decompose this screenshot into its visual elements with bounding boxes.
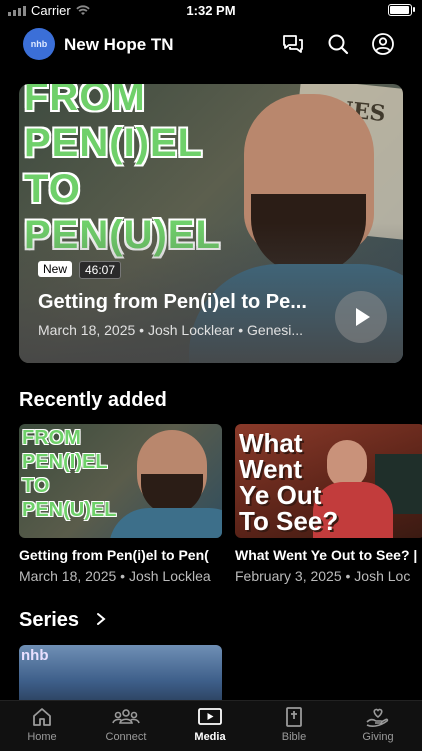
- thumb-line: To See?: [239, 506, 339, 536]
- tab-bar: Home Connect Media Bible Giving: [0, 700, 422, 751]
- thumb-line: Ye Out: [239, 480, 322, 510]
- account-icon[interactable]: [371, 32, 395, 56]
- home-icon: [33, 708, 51, 726]
- thumb-line: FROM: [22, 427, 81, 449]
- series-label: Series: [19, 609, 80, 631]
- media-thumbnail[interactable]: FROM PEN(I)EL TO PEN(U)EL: [19, 424, 222, 538]
- tab-label: Home: [27, 731, 57, 743]
- media-thumbnail[interactable]: What Went Ye Out To See?: [235, 424, 422, 538]
- chevron-right-icon: [96, 613, 106, 625]
- series-heading[interactable]: Series: [19, 609, 107, 632]
- featured-card[interactable]: ENES FROM PEN(I)EL TO PEN(U)EL New 46:07…: [19, 84, 403, 363]
- thumbnail-title-art: FROM PEN(I)EL TO PEN(U)EL: [22, 426, 116, 522]
- play-button[interactable]: [335, 291, 387, 343]
- thumb-line: TO: [22, 475, 50, 497]
- chat-icon[interactable]: [281, 32, 305, 56]
- church-logo[interactable]: nhb: [23, 28, 55, 60]
- church-name: New Hope TN: [64, 35, 174, 54]
- tab-label: Bible: [281, 731, 307, 743]
- thumb-line: FROM: [24, 84, 146, 119]
- thumb-line: PEN(I)EL: [24, 121, 204, 165]
- media-title[interactable]: Getting from Pen(i)el to Pen(: [19, 547, 222, 563]
- media-subtitle: February 3, 2025 • Josh Loc: [235, 568, 411, 584]
- tab-label: Giving: [362, 731, 394, 743]
- people-icon: [112, 709, 140, 724]
- series-thumbnail[interactable]: nhb: [19, 645, 222, 705]
- giving-icon: [366, 708, 389, 727]
- tab-label: Connect: [105, 731, 147, 743]
- tab-media[interactable]: Media: [168, 705, 252, 743]
- app-header: nhb New Hope TN: [0, 22, 422, 68]
- tab-giving[interactable]: Giving: [336, 705, 420, 743]
- tab-label: Media: [194, 731, 226, 743]
- thumb-line: Went: [239, 454, 303, 484]
- tab-connect[interactable]: Connect: [84, 705, 168, 743]
- media-title[interactable]: What Went Ye Out to See? |: [235, 547, 422, 563]
- logo-text: nhb: [30, 39, 48, 49]
- featured-title: Getting from Pen(i)el to Pe...: [38, 291, 307, 313]
- new-badge: New: [38, 261, 73, 277]
- thumb-line: What: [239, 428, 303, 458]
- thumb-line: TO: [24, 167, 81, 211]
- bible-icon: [286, 707, 302, 727]
- tab-home[interactable]: Home: [0, 705, 84, 743]
- thumb-line: PEN(I)EL: [22, 451, 108, 473]
- series-logo-text: nhb: [21, 647, 49, 664]
- tab-bible[interactable]: Bible: [252, 705, 336, 743]
- recently-added-heading: Recently added: [19, 389, 167, 411]
- featured-subtitle: March 18, 2025 • Josh Locklear • Genesi.…: [38, 322, 304, 338]
- speaker-shirt: [109, 508, 222, 538]
- thumb-line: PEN(U)EL: [22, 499, 117, 521]
- status-time: 1:32 PM: [186, 3, 236, 18]
- battery-icon: [388, 4, 415, 16]
- thumbnail-title-art: What Went Ye Out To See?: [239, 430, 338, 534]
- duration-badge: 46:07: [79, 261, 122, 279]
- play-icon: [198, 708, 222, 725]
- search-icon[interactable]: [326, 32, 350, 56]
- status-bar: Carrier 1:32 PM: [0, 0, 422, 22]
- media-subtitle: March 18, 2025 • Josh Locklea: [19, 568, 211, 584]
